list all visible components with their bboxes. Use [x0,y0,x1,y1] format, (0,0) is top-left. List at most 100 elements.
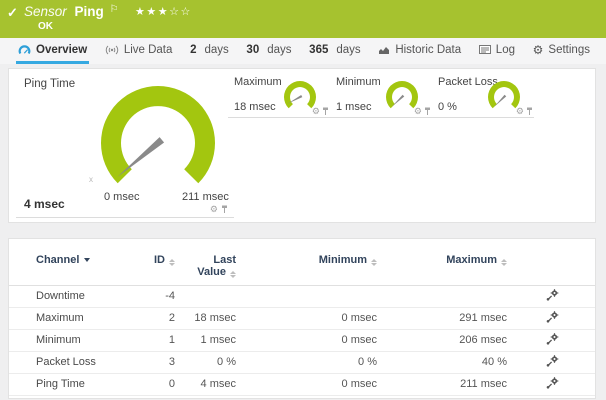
table-row[interactable]: Downtime -4 [9,285,595,307]
channel-id-cell: 0 [129,373,175,395]
edit-channel-icon[interactable] [546,289,559,301]
sort-icon [169,259,175,266]
minimum-cell: 0 msec [236,329,377,351]
column-header-value-label: Value [197,266,226,278]
gauge-scale-min: 0 msec [104,191,139,203]
edit-channel-icon[interactable] [546,377,559,389]
gauge-value: 1 msec [336,101,371,113]
tab-historic-data[interactable]: Historic Data [376,38,463,64]
channel-id-cell: 3 [129,351,175,373]
status-badge: OK [38,21,53,32]
gauge-settings-gear-icon[interactable]: ⚙ [516,107,524,116]
tab-live-data[interactable]: Live Data [103,38,175,64]
stars-filled: ★★★ [135,6,169,18]
sensor-name: Ping [75,4,104,19]
column-header-actions [507,239,595,285]
channel-name-cell[interactable]: Minimum [9,329,129,351]
maximum-gauge-cell: Maximum 18 msec ⚙ [228,72,330,118]
column-header-last-value[interactable]: Last Value [175,239,236,285]
flag-icon[interactable]: ⚐ [110,4,119,15]
last-value-cell: 0 % [175,351,236,373]
gauge-value: 18 msec [234,101,276,113]
tab-log-label: Log [496,44,515,56]
pin-icon[interactable] [424,107,431,116]
maximum-cell: 206 msec [377,329,507,351]
edit-channel-icon[interactable] [546,355,559,367]
tab-2-days-number: 2 [190,44,196,56]
channel-name-cell[interactable]: Packet Loss [9,351,129,373]
gauge-value: 0 % [438,101,457,113]
gauge-title: Minimum [336,76,381,88]
tab-log[interactable]: Log [477,38,517,64]
tab-bar: Overview Live Data 2 days 30 days 365 da… [0,38,606,64]
table-row[interactable]: Ping Time 0 4 msec 0 msec 211 msec [9,373,595,395]
tab-historic-data-label: Historic Data [395,44,461,56]
minimum-gauge-cell: Minimum 1 msec ⚙ [330,72,432,118]
column-header-minimum-label: Minimum [319,254,367,266]
list-icon [479,45,491,54]
sort-icon [371,259,377,266]
table-row[interactable]: Maximum 2 18 msec 0 msec 291 msec [9,307,595,329]
sort-icon [230,271,236,278]
sensor-kind-label: Sensor [24,4,67,19]
priority-stars[interactable]: ★★★☆☆ [135,5,192,18]
column-header-id-label: ID [154,254,165,266]
gauge-icon [18,44,31,55]
gauge-settings-gear-icon[interactable]: ⚙ [414,107,422,116]
pin-icon[interactable] [322,107,329,116]
table-row[interactable]: Packet Loss 3 0 % 0 % 40 % [9,351,595,373]
packet-loss-gauge-cell: Packet Loss 0 % ⚙ [432,72,534,118]
bar-chart-icon [378,45,390,55]
gauge-marker-icon: x [89,175,93,184]
gauge-value: 4 msec [24,197,65,211]
pin-icon[interactable] [526,107,533,116]
tab-365-days[interactable]: 365 days [307,38,362,64]
column-header-last-label: Last [213,254,236,266]
tab-365-days-number: 365 [309,44,328,56]
maximum-cell [377,285,507,307]
channel-id-cell: 2 [129,307,175,329]
prtg-sensor-page: ✓ Sensor Ping ⚐ ★★★☆☆ OK Overview [0,0,606,400]
gauge-settings-gear-icon[interactable]: ⚙ [210,205,218,214]
column-header-minimum[interactable]: Minimum [236,239,377,285]
sort-descending-icon [84,258,90,262]
gear-icon: ⚙ [533,44,544,56]
tab-30-days-number: 30 [246,44,259,56]
minimum-cell: 0 msec [236,373,377,395]
tab-2-days[interactable]: 2 days [188,38,231,64]
channel-name-cell[interactable]: Ping Time [9,373,129,395]
column-header-channel[interactable]: Channel [9,239,129,285]
ping-time-gauge [68,68,248,208]
minimum-cell: 0 msec [236,307,377,329]
column-header-id[interactable]: ID [129,239,175,285]
column-header-maximum[interactable]: Maximum [377,239,507,285]
edit-channel-icon[interactable] [546,311,559,323]
table-row[interactable]: Minimum 1 1 msec 0 msec 206 msec [9,329,595,351]
overview-panel: Ping Time x 0 msec 211 msec 4 msec ⚙ Max… [8,68,596,223]
channels-table: Channel ID Last Value Minimum Maximum [9,239,595,396]
minimum-cell: 0 % [236,351,377,373]
sensor-title: Sensor Ping ⚐ [24,4,119,19]
sensor-header: ✓ Sensor Ping ⚐ ★★★☆☆ OK [0,0,606,38]
last-value-cell: 18 msec [175,307,236,329]
gauge-title: Maximum [234,76,282,88]
channel-name-cell[interactable]: Maximum [9,307,129,329]
tab-365-days-label: days [336,44,360,56]
tab-live-data-label: Live Data [124,44,173,56]
gauge-settings-gear-icon[interactable]: ⚙ [312,107,320,116]
gauge-scale-max: 211 msec [182,191,229,203]
tab-30-days-label: days [267,44,291,56]
maximum-cell: 291 msec [377,307,507,329]
last-value-cell: 4 msec [175,373,236,395]
tab-2-days-label: days [204,44,228,56]
gauge-needle [391,95,404,108]
tab-30-days[interactable]: 30 days [244,38,293,64]
edit-channel-icon[interactable] [546,333,559,345]
pin-icon[interactable] [221,205,228,214]
channel-name-cell[interactable]: Downtime [9,285,129,307]
tab-overview-label: Overview [36,44,87,56]
tab-overview[interactable]: Overview [16,38,89,64]
tab-settings[interactable]: ⚙ Settings [531,38,592,64]
channel-id-cell: 1 [129,329,175,351]
last-value-cell [175,285,236,307]
